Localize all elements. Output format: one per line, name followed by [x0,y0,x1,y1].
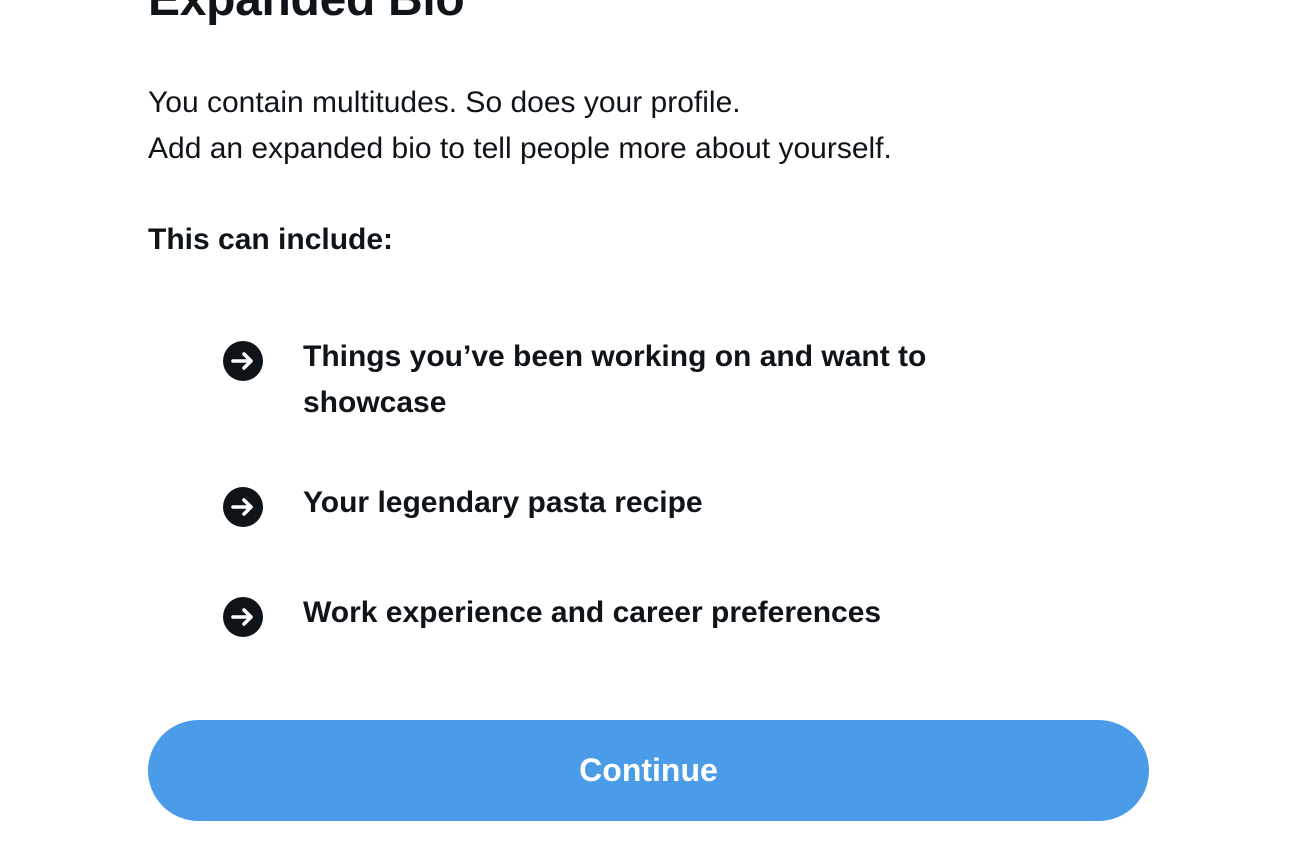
description-line-2: Add an expanded bio to tell people more … [148,132,892,165]
feature-item: Work experience and career preferences [222,596,1042,638]
continue-button[interactable]: Continue [148,720,1149,821]
feature-item: Your legendary pasta recipe [222,486,1042,528]
includes-heading: This can include: [148,223,394,256]
arrow-right-circle-icon [222,596,264,638]
arrow-right-circle-icon [222,340,264,382]
feature-text: Work experience and career preferences [303,596,882,629]
dialog-title: Expanded Bio [148,0,465,28]
arrow-right-circle-icon [222,486,264,528]
feature-text: Your legendary pasta recipe [303,486,703,519]
feature-item: Things you’ve been working on and want t… [222,340,1042,426]
feature-text: Things you’ve been working on and want t… [303,340,927,419]
description-line-1: You contain multitudes. So does your pro… [148,86,741,119]
description: You contain multitudes. So does your pro… [148,80,892,172]
